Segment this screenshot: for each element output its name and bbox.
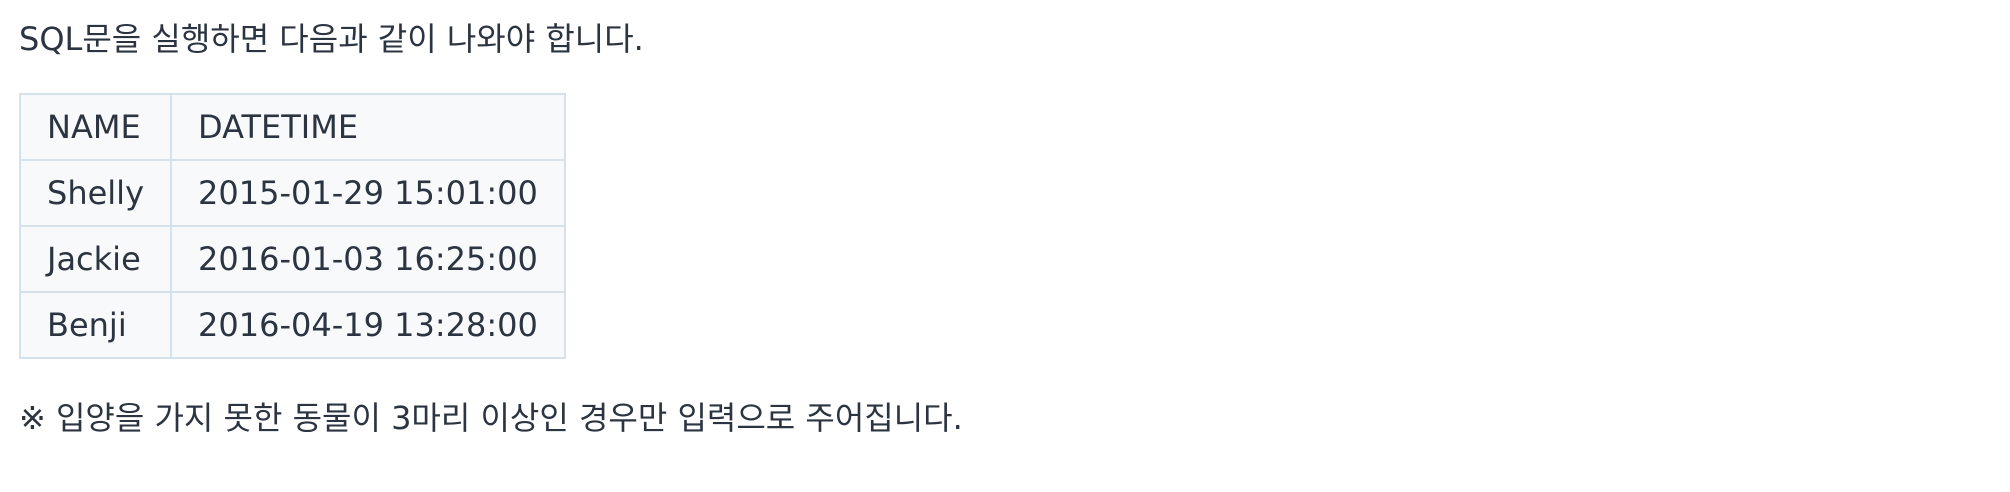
cell-name: Jackie bbox=[19, 225, 172, 293]
result-table: NAME DATETIME Shelly 2015-01-29 15:01:00… bbox=[19, 93, 566, 359]
cell-name: Benji bbox=[19, 291, 172, 359]
table-header-row: NAME DATETIME bbox=[19, 93, 566, 161]
header-name: NAME bbox=[19, 93, 172, 161]
cell-name: Shelly bbox=[19, 159, 172, 227]
table-row: Benji 2016-04-19 13:28:00 bbox=[19, 291, 566, 359]
header-datetime: DATETIME bbox=[170, 93, 566, 161]
table-row: Jackie 2016-01-03 16:25:00 bbox=[19, 225, 566, 293]
cell-datetime: 2015-01-29 15:01:00 bbox=[170, 159, 566, 227]
cell-datetime: 2016-01-03 16:25:00 bbox=[170, 225, 566, 293]
intro-text: SQL문을 실행하면 다음과 같이 나와야 합니다. bbox=[19, 20, 644, 58]
cell-datetime: 2016-04-19 13:28:00 bbox=[170, 291, 566, 359]
table-row: Shelly 2015-01-29 15:01:00 bbox=[19, 159, 566, 227]
note-text: ※ 입양을 가지 못한 동물이 3마리 이상인 경우만 입력으로 주어집니다. bbox=[19, 399, 963, 437]
